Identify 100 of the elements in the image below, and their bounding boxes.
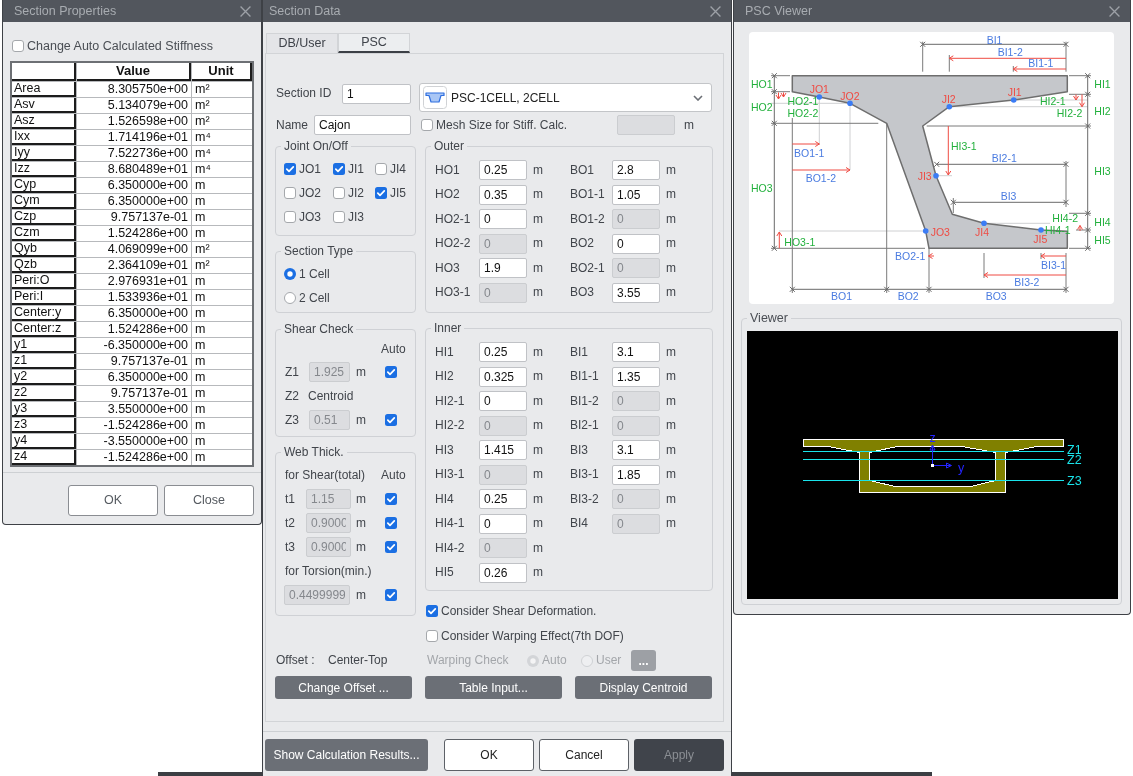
- field-label: HI3-1: [435, 467, 466, 483]
- text-field[interactable]: 1: [342, 84, 411, 104]
- table-cell: m²: [192, 258, 252, 273]
- extension-line: [1068, 212, 1092, 214]
- radio-label: Auto: [542, 653, 567, 668]
- level-label: Z2: [1067, 452, 1082, 467]
- section-shape-dropdown[interactable]: PSC-1CELL, 2CELL: [419, 83, 712, 112]
- text-field[interactable]: 2.8: [612, 160, 660, 181]
- unit-label: m: [532, 467, 544, 483]
- field-label: HI2: [435, 369, 455, 385]
- close-icon[interactable]: [710, 5, 721, 17]
- table-cell: 8.305750e+00: [77, 82, 191, 97]
- checkbox[interactable]: [284, 163, 296, 175]
- extension-line: [928, 247, 930, 294]
- text-field[interactable]: 0.35: [479, 184, 527, 205]
- height-label: HI2-2: [1056, 106, 1083, 119]
- unit-label: m: [532, 285, 544, 301]
- row-label: Cyp: [12, 178, 76, 193]
- text-field[interactable]: 0.25: [479, 342, 527, 363]
- field-label: HO2-1: [435, 211, 472, 227]
- table-cell: 5.134079e+00: [77, 98, 191, 113]
- field-label: BO1-1: [570, 187, 606, 203]
- width-label: BO1-2: [805, 172, 837, 184]
- height-label: HO2: [751, 101, 773, 114]
- text-field[interactable]: 0: [479, 209, 527, 230]
- text-field[interactable]: 1.415: [479, 440, 527, 461]
- text-field[interactable]: 0: [612, 233, 660, 254]
- text-field[interactable]: 1.35: [612, 366, 660, 387]
- text-field[interactable]: 0.26: [479, 562, 527, 583]
- radio-button[interactable]: [284, 292, 296, 304]
- text-field[interactable]: 0.325: [479, 366, 527, 387]
- checkbox-label: Consider Shear Deformation.: [441, 603, 597, 619]
- checkbox-label: Consider Warping Effect(7th DOF): [441, 628, 624, 644]
- column-label: Auto: [381, 467, 406, 483]
- text-field[interactable]: Cajon: [314, 115, 411, 135]
- text-field[interactable]: 3.55: [612, 282, 660, 303]
- field-label: BI1-1: [570, 369, 600, 385]
- checkbox[interactable]: [375, 163, 387, 175]
- table-cell: 2.364109e+01: [77, 258, 191, 273]
- extension-line: [983, 252, 985, 279]
- field-label: HI2-2: [435, 418, 466, 434]
- checkbox[interactable]: [426, 630, 438, 642]
- unit-label: m: [532, 393, 544, 409]
- row-label: z4: [12, 450, 76, 465]
- row-label: Area: [12, 82, 76, 97]
- height-label: HI2: [1094, 105, 1111, 117]
- action-button[interactable]: Display Centroid: [575, 676, 712, 699]
- text-field[interactable]: 1.85: [612, 464, 660, 485]
- unit-label: m: [532, 442, 544, 458]
- checkbox[interactable]: [12, 40, 24, 52]
- checkbox[interactable]: [375, 187, 387, 199]
- text-field[interactable]: 3.1: [612, 342, 660, 363]
- radio-button[interactable]: [284, 268, 296, 280]
- dialog-button[interactable]: OK: [444, 739, 534, 771]
- field-label: Z2: [285, 388, 300, 404]
- text-field[interactable]: 3.1: [612, 440, 660, 461]
- unit-label: m: [665, 162, 676, 178]
- action-button[interactable]: Change Offset ...: [275, 676, 412, 699]
- dialog-button[interactable]: OK: [68, 485, 158, 516]
- unit-label: m: [532, 162, 544, 178]
- width-label: BI1: [986, 33, 1003, 46]
- dialog-button[interactable]: Show Calculation Results...: [265, 739, 428, 771]
- table-cell: m: [192, 306, 252, 321]
- table-cell: 2.976931e+01: [77, 274, 191, 289]
- dialog-button[interactable]: Cancel: [539, 739, 629, 771]
- checkbox[interactable]: [426, 605, 438, 617]
- checkbox[interactable]: [284, 187, 296, 199]
- extension-line: [948, 54, 950, 73]
- text-field[interactable]: 0: [479, 513, 527, 534]
- checkbox[interactable]: [333, 211, 345, 223]
- field-label: HI2-1: [435, 393, 466, 409]
- field-label: Section ID: [276, 85, 333, 102]
- joint-dot-icon: [816, 94, 823, 100]
- text-field[interactable]: 1.9: [479, 258, 527, 279]
- extension-line: [770, 91, 791, 93]
- extension-line: [1012, 65, 1014, 73]
- table-cell: m: [192, 178, 252, 193]
- action-button[interactable]: Table Input...: [425, 676, 562, 699]
- table-cell: 9.757137e-01: [77, 210, 191, 225]
- close-icon[interactable]: [240, 5, 251, 17]
- height-label: HI3-1: [951, 139, 977, 152]
- table-cell: m: [192, 434, 252, 449]
- checkbox[interactable]: [284, 211, 296, 223]
- checkbox[interactable]: [421, 119, 433, 131]
- level-label: Z3: [1067, 474, 1082, 488]
- dialog-button[interactable]: Close: [164, 485, 254, 516]
- unit-label: m: [665, 491, 676, 507]
- text-field[interactable]: 1.05: [612, 184, 660, 205]
- tab[interactable]: PSC: [338, 33, 410, 53]
- checkbox[interactable]: [333, 163, 345, 175]
- dimension-arrow: [1077, 225, 1083, 232]
- tab[interactable]: DB/User: [266, 33, 338, 53]
- close-icon[interactable]: [1109, 5, 1120, 17]
- height-label: HI4-1: [1045, 223, 1071, 236]
- text-field[interactable]: 0: [479, 391, 527, 412]
- text-field[interactable]: 0.25: [479, 489, 527, 510]
- extension-line: [1065, 160, 1067, 208]
- checkbox[interactable]: [333, 187, 345, 199]
- text-field[interactable]: 0.25: [479, 160, 527, 181]
- column-header: Unit: [192, 63, 252, 81]
